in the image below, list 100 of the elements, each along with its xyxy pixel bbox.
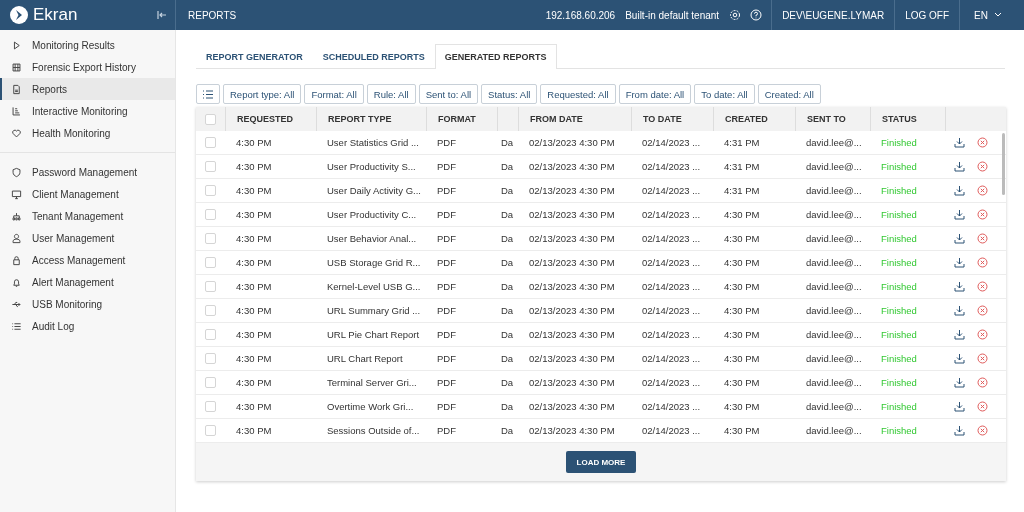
column-header: SENT TO [807, 114, 846, 124]
table-cell: 02/14/2023 ... [642, 377, 701, 388]
download-icon[interactable] [954, 353, 965, 364]
row-checkbox[interactable] [205, 377, 216, 388]
filter-button[interactable]: To date: All [694, 84, 755, 104]
table-cell: Kernel-Level USB G... [327, 281, 421, 292]
download-icon[interactable] [954, 209, 965, 220]
table-cell: 4:30 PM [236, 329, 272, 340]
filter-button[interactable]: Status: All [481, 84, 538, 104]
download-icon[interactable] [954, 329, 965, 340]
settings-icon[interactable] [729, 9, 742, 21]
cancel-icon[interactable] [977, 401, 988, 412]
cancel-icon[interactable] [977, 137, 988, 148]
row-checkbox[interactable] [205, 161, 216, 172]
download-icon[interactable] [954, 257, 965, 268]
sidebar-item[interactable]: User Management [0, 227, 175, 249]
sidebar-item[interactable]: USB Monitoring [0, 293, 175, 315]
scrollbar[interactable] [1002, 133, 1005, 195]
row-checkbox[interactable] [205, 425, 216, 436]
cancel-icon[interactable] [977, 329, 988, 340]
collapse-icon[interactable] [157, 10, 167, 20]
table-cell: david.lee@... [806, 281, 862, 292]
row-checkbox[interactable] [205, 329, 216, 340]
sidebar-item[interactable]: Health Monitoring [0, 122, 175, 144]
row-checkbox[interactable] [205, 185, 216, 196]
download-icon[interactable] [954, 305, 965, 316]
filter-button[interactable]: Sent to: All [418, 84, 479, 104]
row-checkbox[interactable] [205, 209, 216, 220]
table-cell: david.lee@... [806, 353, 862, 364]
table-cell: 02/14/2023 ... [642, 353, 701, 364]
language-dropdown[interactable]: EN [959, 0, 1024, 30]
download-icon[interactable] [954, 281, 965, 292]
user-name[interactable]: DEV\EUGENE.LYMAR [771, 0, 895, 30]
sidebar-item[interactable]: Access Management [0, 249, 175, 271]
sidebar-item[interactable]: Forensic Export History [0, 56, 175, 78]
cancel-icon[interactable] [977, 305, 988, 316]
download-icon[interactable] [954, 425, 965, 436]
download-icon[interactable] [954, 377, 965, 388]
filter-button[interactable]: Rule: All [366, 84, 416, 104]
cancel-icon[interactable] [977, 281, 988, 292]
download-icon[interactable] [954, 401, 965, 412]
sidebar-item[interactable]: Audit Log [0, 315, 175, 337]
table-cell: 02/14/2023 ... [642, 257, 701, 268]
sidebar-item[interactable]: Interactive Monitoring [0, 100, 175, 122]
table-cell: Sessions Outside of... [327, 425, 420, 436]
select-all-checkbox[interactable] [205, 113, 216, 125]
cancel-icon[interactable] [977, 353, 988, 364]
cancel-icon[interactable] [977, 233, 988, 244]
caret-icon [994, 12, 1002, 18]
sidebar-item[interactable]: Password Management [0, 161, 175, 183]
column-list-button[interactable] [196, 84, 220, 104]
tab[interactable]: REPORT GENERATOR [196, 44, 313, 68]
tab[interactable]: GENERATED REPORTS [434, 44, 557, 69]
help-icon[interactable] [750, 9, 763, 21]
filter-button[interactable]: Format: All [304, 84, 364, 104]
table-cell: 02/13/2023 4:30 PM [529, 377, 615, 388]
column-header: REQUESTED [237, 114, 293, 124]
filter-button[interactable]: From date: All [618, 84, 692, 104]
user-icon [11, 232, 22, 244]
filter-button[interactable]: Created: All [757, 84, 821, 104]
table-cell: Da [501, 233, 514, 244]
tab[interactable]: SCHEDULED REPORTS [312, 44, 435, 68]
table-cell: Finished [881, 329, 917, 340]
download-icon[interactable] [954, 161, 965, 172]
table-cell: URL Chart Report [327, 353, 403, 364]
table-cell: 02/14/2023 ... [642, 425, 701, 436]
cancel-icon[interactable] [977, 377, 988, 388]
sidebar-item[interactable]: Tenant Management [0, 205, 175, 227]
table-cell: PDF [437, 233, 456, 244]
row-checkbox[interactable] [205, 281, 216, 292]
cancel-icon[interactable] [977, 209, 988, 220]
cancel-icon[interactable] [977, 257, 988, 268]
sidebar-item[interactable]: Client Management [0, 183, 175, 205]
download-icon[interactable] [954, 137, 965, 148]
table-cell: Finished [881, 353, 917, 364]
cancel-icon[interactable] [977, 161, 988, 172]
download-icon[interactable] [954, 185, 965, 196]
table-cell: david.lee@... [806, 425, 862, 436]
row-checkbox[interactable] [205, 401, 216, 412]
table-cell: URL Pie Chart Report [327, 329, 420, 340]
row-checkbox[interactable] [205, 233, 216, 244]
row-checkbox[interactable] [205, 305, 216, 316]
table-cell: 4:30 PM [236, 425, 272, 436]
filter-button[interactable]: Report type: All [223, 84, 302, 104]
list-icon [11, 320, 22, 332]
cancel-icon[interactable] [977, 185, 988, 196]
row-checkbox[interactable] [205, 257, 216, 268]
table-cell: 02/14/2023 ... [642, 233, 701, 244]
filter-button[interactable]: Requested: All [540, 84, 616, 104]
row-checkbox[interactable] [205, 353, 216, 364]
sidebar-item[interactable]: Alert Management [0, 271, 175, 293]
log-off-button[interactable]: LOG OFF [894, 0, 960, 30]
download-icon[interactable] [954, 233, 965, 244]
sidebar-item[interactable]: Reports [0, 78, 175, 100]
sidebar-item[interactable]: Monitoring Results [0, 34, 175, 56]
row-checkbox[interactable] [205, 137, 216, 148]
table-cell: 4:30 PM [236, 185, 272, 196]
load-more-button[interactable]: LOAD MORE [565, 451, 637, 473]
cancel-icon[interactable] [977, 425, 988, 436]
table-cell: 02/13/2023 4:30 PM [529, 209, 615, 220]
